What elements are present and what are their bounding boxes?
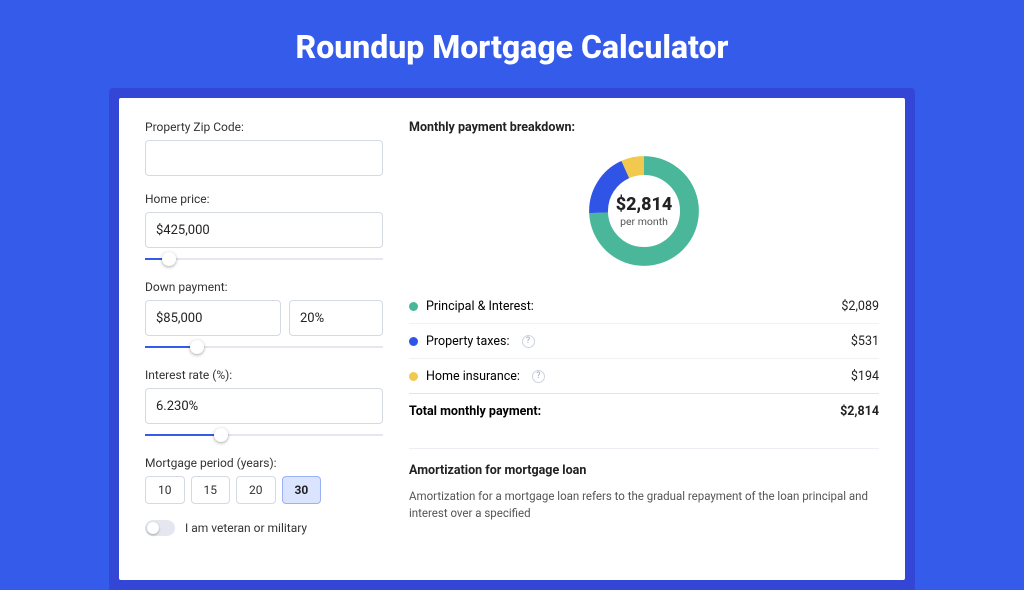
breakdown-total-label: Total monthly payment: (409, 404, 541, 419)
period-button-30[interactable]: 30 (282, 476, 322, 504)
breakdown-panel: Monthly payment breakdown: $2,814 per mo… (409, 120, 879, 540)
legend-dot (409, 302, 418, 311)
interest-rate-slider[interactable] (145, 428, 383, 442)
breakdown-row: Home insurance:? $194 (409, 358, 879, 393)
info-icon[interactable]: ? (522, 335, 535, 348)
home-price-label: Home price: (145, 192, 383, 206)
form-panel: Property Zip Code: Home price: $425,000 … (145, 120, 383, 540)
home-price-slider[interactable] (145, 252, 383, 266)
amortization-title: Amortization for mortgage loan (409, 463, 879, 478)
calculator-card: Property Zip Code: Home price: $425,000 … (119, 98, 905, 580)
mortgage-period-buttons: 10152030 (145, 476, 383, 504)
breakdown-row: Property taxes:? $531 (409, 323, 879, 358)
veteran-toggle-label: I am veteran or military (185, 521, 307, 535)
legend-dot (409, 372, 418, 381)
breakdown-row: Principal & Interest: $2,089 (409, 289, 879, 323)
interest-rate-input[interactable]: 6.230% (145, 388, 383, 424)
down-payment-input[interactable]: $85,000 (145, 300, 281, 336)
breakdown-row-label: Property taxes: (426, 334, 510, 349)
breakdown-total-row: Total monthly payment: $2,814 (409, 393, 879, 428)
interest-rate-label: Interest rate (%): (145, 368, 383, 382)
breakdown-section-label: Monthly payment breakdown: (409, 120, 879, 135)
down-payment-slider[interactable] (145, 340, 383, 354)
down-payment-pct-input[interactable]: 20% (289, 300, 383, 336)
donut-chart-wrap: $2,814 per month (409, 145, 879, 289)
period-button-15[interactable]: 15 (191, 476, 231, 504)
breakdown-row-label: Home insurance: (426, 369, 520, 384)
veteran-toggle[interactable] (145, 520, 175, 536)
info-icon[interactable]: ? (532, 370, 545, 383)
amortization-section: Amortization for mortgage loan Amortizat… (409, 448, 879, 523)
page-title: Roundup Mortgage Calculator (0, 0, 1024, 88)
zip-label: Property Zip Code: (145, 120, 383, 134)
breakdown-row-value: $194 (851, 369, 879, 384)
breakdown-row-value: $531 (851, 334, 879, 349)
amortization-body: Amortization for a mortgage loan refers … (409, 488, 879, 523)
breakdown-row-value: $2,089 (841, 299, 879, 314)
mortgage-period-label: Mortgage period (years): (145, 456, 383, 470)
donut-amount: $2,814 (616, 194, 673, 215)
zip-input-wrap (145, 140, 383, 176)
home-price-input[interactable]: $425,000 (145, 212, 383, 248)
donut-sublabel: per month (620, 215, 668, 228)
period-button-10[interactable]: 10 (145, 476, 185, 504)
down-payment-label: Down payment: (145, 280, 383, 294)
breakdown-total-value: $2,814 (840, 404, 879, 419)
period-button-20[interactable]: 20 (236, 476, 276, 504)
legend-dot (409, 337, 418, 346)
zip-input[interactable] (146, 141, 382, 175)
donut-chart: $2,814 per month (584, 151, 704, 271)
breakdown-row-label: Principal & Interest: (426, 299, 534, 314)
card-raised-bg: Property Zip Code: Home price: $425,000 … (109, 88, 915, 590)
